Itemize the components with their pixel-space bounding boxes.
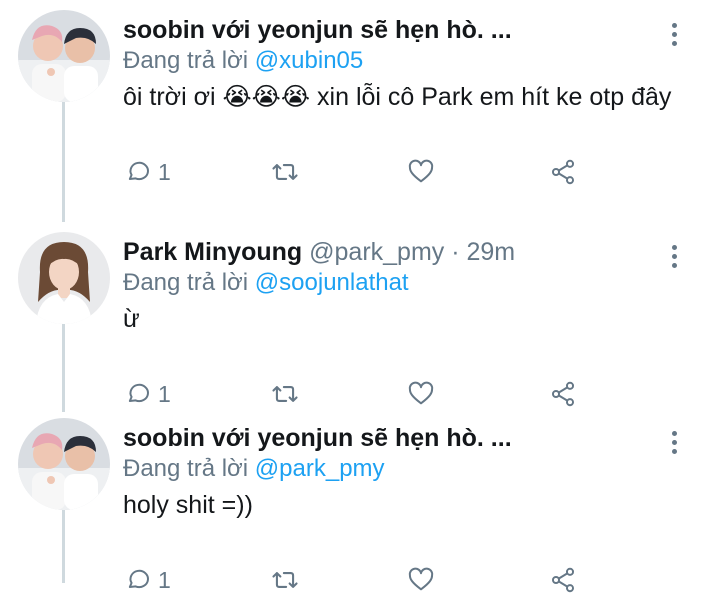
- share-button[interactable]: [549, 158, 577, 186]
- display-name[interactable]: Park Minyoung: [123, 238, 302, 266]
- reply-icon: [128, 161, 149, 181]
- tweet-header: Park Minyoung @park_pmy · 29m: [123, 236, 515, 268]
- tweet[interactable]: soobin với yeonjun sẽ hẹn hò. ... Đang t…: [0, 0, 720, 185]
- share-icon: [551, 159, 575, 185]
- avatar[interactable]: [18, 10, 110, 102]
- like-button[interactable]: [407, 158, 435, 186]
- replying-to: Đang trả lời @xubin05: [123, 46, 363, 76]
- like-icon: [408, 159, 434, 183]
- two-people-avatar-icon: [18, 418, 110, 510]
- replying-prefix: Đang trả lời: [123, 455, 249, 482]
- retweet-icon: [272, 572, 298, 588]
- share-icon: [551, 567, 575, 593]
- retweet-icon: [272, 164, 298, 180]
- handle-and-time[interactable]: @park_pmy · 29m: [309, 238, 515, 266]
- reply-button[interactable]: 1: [124, 566, 171, 594]
- reply-count: 1: [158, 158, 171, 185]
- share-icon: [551, 381, 575, 407]
- retweet-button[interactable]: [270, 380, 300, 408]
- share-button[interactable]: [549, 380, 577, 408]
- tweet-text: ôi trời ơi 😭😭😭 xin lỗi cô Park em hít ke…: [123, 83, 672, 111]
- like-icon: [408, 567, 434, 591]
- tweet[interactable]: soobin với yeonjun sẽ hẹn hò. ... Đang t…: [0, 408, 720, 593]
- replying-to: Đang trả lời @park_pmy: [123, 454, 385, 484]
- more-vertical-icon[interactable]: [664, 242, 684, 272]
- mention-link[interactable]: @soojunlathat: [255, 269, 409, 296]
- avatar[interactable]: [18, 418, 110, 510]
- retweet-icon: [272, 386, 298, 402]
- reply-icon: [128, 383, 149, 403]
- tweet-text: holy shit =)): [123, 491, 253, 519]
- tweet-header: soobin với yeonjun sẽ hẹn hò. ...: [123, 422, 512, 454]
- reply-icon: [128, 569, 149, 589]
- replying-prefix: Đang trả lời: [123, 269, 249, 296]
- tweet-text: ừ: [123, 305, 140, 333]
- retweet-button[interactable]: [270, 566, 300, 594]
- tweet-actions: 1: [0, 566, 720, 596]
- mention-link[interactable]: @park_pmy: [255, 455, 385, 482]
- share-button[interactable]: [549, 566, 577, 594]
- like-button[interactable]: [407, 380, 435, 408]
- mention-link[interactable]: @xubin05: [255, 47, 363, 74]
- tweet-actions: 1: [0, 380, 720, 410]
- reply-count: 1: [158, 566, 171, 593]
- more-vertical-icon[interactable]: [664, 428, 684, 458]
- avatar[interactable]: [18, 232, 110, 324]
- replying-prefix: Đang trả lời: [123, 47, 249, 74]
- more-vertical-icon[interactable]: [664, 20, 684, 50]
- reply-button[interactable]: 1: [124, 380, 171, 408]
- replying-to: Đang trả lời @soojunlathat: [123, 268, 409, 298]
- tweet[interactable]: Park Minyoung @park_pmy · 29m Đang trả l…: [0, 222, 720, 407]
- like-button[interactable]: [407, 566, 435, 594]
- display-name[interactable]: soobin với yeonjun sẽ hẹn hò. ...: [123, 16, 512, 44]
- display-name[interactable]: soobin với yeonjun sẽ hẹn hò. ...: [123, 424, 512, 452]
- woman-avatar-icon: [18, 232, 110, 324]
- like-icon: [408, 381, 434, 405]
- reply-count: 1: [158, 380, 171, 407]
- two-people-avatar-icon: [18, 10, 110, 102]
- tweet-header: soobin với yeonjun sẽ hẹn hò. ...: [123, 14, 512, 46]
- retweet-button[interactable]: [270, 158, 300, 186]
- tweet-actions: 1: [0, 158, 720, 188]
- reply-button[interactable]: 1: [124, 158, 171, 186]
